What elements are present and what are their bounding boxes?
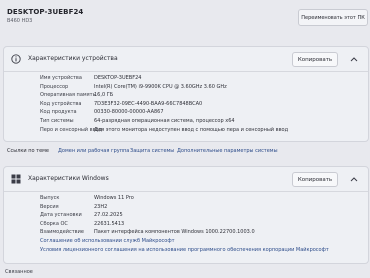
spec-key: Перо и сенсорный ввод [40,126,103,133]
spec-value: Windows 11 Pro [94,195,134,201]
spec-key: Код продукта [40,109,77,116]
related-links: Ссылки по теме Домен или рабочая группа … [3,144,367,158]
spec-row: Перо и сенсорный ввод Для этого монитора … [4,126,368,135]
spec-value: Для этого монитора недоступен ввод с пом… [94,126,289,133]
related-links-label: Ссылки по теме [7,148,49,154]
link-domain-workgroup[interactable]: Домен или рабочая группа [58,144,129,158]
spec-row: Имя устройства DESKTOP-3UEBF24 [4,74,368,83]
agreement-row: Условия лицензионного соглашения на испо… [4,246,368,255]
spec-row: Взаимодействие Пакет интерфейса компонент… [4,228,368,237]
link-advanced-system-settings[interactable]: Дополнительные параметры системы [177,144,278,158]
device-specs-header[interactable]: Характеристики устройства Копировать [4,47,368,71]
spec-row: Оперативная память 16,0 ГБ [4,91,368,100]
spec-value: Пакет интерфейса компонентов Windows 100… [94,229,255,236]
spec-value: Intel(R) Core(TM) i9-9900K CPU @ 3.60GHz… [94,83,227,90]
spec-key: Выпуск [40,195,60,201]
pc-model: B460 HD3 [7,18,33,24]
spec-key: Код устройства [40,100,82,107]
spec-row: Сборка ОС 22631.5413 [4,220,368,229]
link-services-agreement[interactable]: Соглашение об использовании служб Майкро… [40,237,175,246]
spec-value: 16,0 ГБ [94,92,114,99]
spec-row: Код продукта 00330-80000-00000-AA867 [4,108,368,117]
spec-value: 22631.5413 [94,220,125,227]
link-system-protection[interactable]: Защита системы [130,144,174,158]
windows-specs-title: Характеристики Windows [28,175,109,182]
spec-row: Версия 23H2 [4,203,368,212]
spec-key: Оперативная память [40,92,96,99]
device-specs-list: Имя устройства DESKTOP-3UEBF24 Процессор I… [4,72,368,134]
spec-value: 23H2 [94,203,108,210]
spec-row: Код устройства 7D3E3F32-09EC-4490-BAA9-66… [4,100,368,109]
spec-value: 00330-80000-00000-AA867 [94,109,164,116]
spec-row: Выпуск Windows 11 Pro [4,194,368,203]
spec-value: 27.02.2025 [94,212,123,219]
copy-windows-specs-button[interactable]: Копировать [292,172,338,187]
windows-specs-header[interactable]: Характеристики Windows Копировать [4,167,368,191]
pc-name: DESKTOP-3UEBF24 [7,8,84,16]
related-section-label: Связанное [5,269,33,275]
spec-row: Процессор Intel(R) Core(TM) i9-9900K CPU … [4,83,368,92]
chevron-up-icon[interactable] [350,176,358,182]
device-specs-panel: Характеристики устройства Копировать Имя… [3,46,369,142]
spec-key: Сборка ОС [40,220,68,227]
info-icon [11,54,21,64]
windows-specs-panel: Характеристики Windows Копировать Выпуск… [3,166,369,264]
spec-key: Имя устройства [40,75,82,81]
spec-value: 64-разрядная операционная система, проце… [94,117,235,124]
spec-row: Тип системы 64-разрядная операционная сис… [4,117,368,126]
agreement-row: Соглашение об использовании служб Майкро… [4,237,368,246]
page-header: DESKTOP-3UEBF24 B460 HD3 Переименовать э… [0,0,370,42]
spec-value: DESKTOP-3UEBF24 [94,75,142,81]
device-specs-title: Характеристики устройства [28,55,118,62]
rename-pc-button[interactable]: Переименовать этот ПК [298,9,368,26]
windows-logo-icon [11,174,21,184]
chevron-up-icon[interactable] [350,56,358,62]
windows-specs-list: Выпуск Windows 11 Pro Версия 23H2 Дата уст… [4,192,368,254]
spec-key: Дата установки [40,212,82,219]
spec-key: Взаимодействие [40,229,84,236]
link-license-terms[interactable]: Условия лицензионного соглашения на испо… [40,246,329,255]
spec-key: Тип системы [40,117,74,124]
copy-device-specs-button[interactable]: Копировать [292,52,338,67]
spec-key: Версия [40,203,59,210]
spec-value: 7D3E3F32-09EC-4490-BAA9-66C7848BCA0 [94,100,203,107]
spec-key: Процессор [40,83,69,90]
spec-row: Дата установки 27.02.2025 [4,211,368,220]
